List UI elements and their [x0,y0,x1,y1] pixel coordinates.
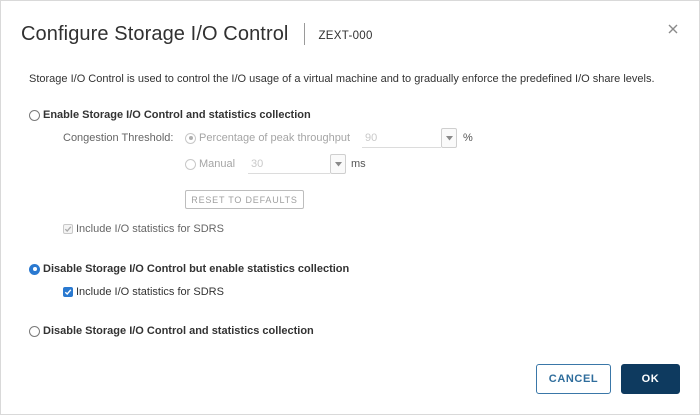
option-enable-sioc[interactable]: Enable Storage I/O Control and statistic… [29,109,311,121]
option-enable-sioc-label: Enable Storage I/O Control and statistic… [43,109,311,121]
disable-include-stats-row[interactable]: Include I/O statistics for SDRS [63,286,224,298]
radio-percentage-peak[interactable] [185,132,196,144]
radio-disable-sioc-and-stats[interactable] [29,325,40,337]
close-icon [668,24,678,34]
option-disable-sioc-and-stats[interactable]: Disable Storage I/O Control and statisti… [29,325,314,337]
radio-enable-sioc[interactable] [29,109,40,121]
percentage-dropdown-button[interactable] [441,128,457,148]
manual-label: Manual [199,158,236,170]
option-percentage-peak[interactable]: Percentage of peak throughput [185,132,350,144]
checkmark-icon [64,289,72,296]
reset-to-defaults-button[interactable]: RESET TO DEFAULTS [185,190,304,209]
dialog-description: Storage I/O Control is used to control t… [29,73,655,85]
percentage-peak-label: Percentage of peak throughput [199,132,351,144]
chevron-down-icon [445,135,453,140]
disable-include-stats-label: Include I/O statistics for SDRS [76,286,224,298]
enable-include-stats-label: Include I/O statistics for SDRS [76,223,224,235]
title-divider [304,23,306,45]
dialog-title: Configure Storage I/O Control [21,22,289,45]
enable-include-stats-row[interactable]: Include I/O statistics for SDRS [63,223,224,235]
dialog-subtitle: ZEXT-000 [318,29,373,42]
chevron-down-icon [334,161,342,166]
enable-include-stats-checkbox[interactable] [63,224,73,234]
configure-sioc-dialog: Configure Storage I/O Control ZEXT-000 S… [0,0,700,415]
manual-input[interactable]: 30 [248,156,330,174]
option-manual[interactable]: Manual [185,158,235,170]
disable-include-stats-checkbox[interactable] [63,287,73,297]
option-disable-sioc-and-stats-label: Disable Storage I/O Control and statisti… [43,325,314,337]
radio-disable-sioc-with-stats[interactable] [29,263,40,275]
option-disable-sioc-with-stats-label: Disable Storage I/O Control but enable s… [43,263,350,275]
percentage-unit: % [463,132,473,144]
manual-unit: ms [351,158,366,170]
percentage-input[interactable]: 90 [362,130,441,148]
close-button[interactable] [665,21,681,37]
congestion-threshold-label: Congestion Threshold: [63,132,174,144]
manual-dropdown-button[interactable] [330,154,346,174]
radio-manual[interactable] [185,158,196,170]
dialog-header: Configure Storage I/O Control ZEXT-000 [21,19,373,49]
ok-button[interactable]: OK [621,364,680,394]
cancel-button[interactable]: CANCEL [536,364,611,394]
option-disable-sioc-with-stats[interactable]: Disable Storage I/O Control but enable s… [29,263,349,275]
checkmark-icon [64,226,72,232]
